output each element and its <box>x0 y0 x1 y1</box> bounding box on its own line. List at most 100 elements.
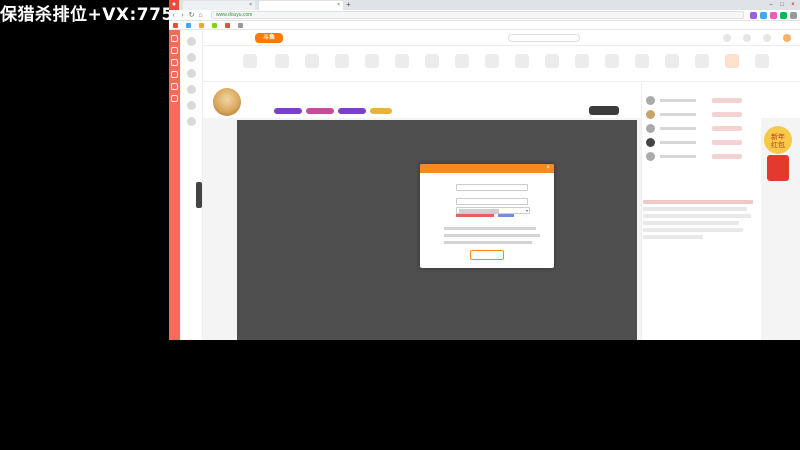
notice-line <box>643 221 739 225</box>
home-icon[interactable]: ⌂ <box>196 12 205 19</box>
rank-badge <box>712 98 742 103</box>
sidebar-icon[interactable] <box>171 47 178 54</box>
field-input[interactable] <box>456 198 528 205</box>
user-avatar[interactable] <box>783 34 791 42</box>
notice-line <box>643 214 751 218</box>
rank-row[interactable] <box>646 110 756 120</box>
screen: 保猎杀排位+VX:77567 ● × × + – □ × ‹ › ↻ ⌂ www… <box>0 0 800 450</box>
nav-icon[interactable] <box>187 101 196 110</box>
field-input[interactable] <box>456 184 528 191</box>
room-tag[interactable] <box>306 108 334 114</box>
tip-line <box>444 241 532 244</box>
bookmark-icon <box>173 22 178 28</box>
room-tag[interactable] <box>338 108 366 114</box>
extension-icon[interactable] <box>770 11 777 19</box>
maximize-icon[interactable]: □ <box>778 1 786 9</box>
menu-icon[interactable] <box>790 11 797 19</box>
new-tab-button[interactable]: + <box>346 0 351 10</box>
rank-row[interactable] <box>646 124 756 134</box>
url-input[interactable]: www.douyu.com <box>211 11 744 19</box>
collapse-handle[interactable] <box>196 182 202 208</box>
help-link[interactable] <box>498 214 514 217</box>
category-icon[interactable] <box>485 54 499 68</box>
category-icon[interactable] <box>455 54 469 68</box>
forward-icon[interactable]: › <box>178 12 187 19</box>
category-icon[interactable] <box>635 54 649 68</box>
nav-icon[interactable] <box>187 85 196 94</box>
room-tag[interactable] <box>274 108 302 114</box>
category-icon[interactable] <box>365 54 379 68</box>
room-tag[interactable] <box>370 108 392 114</box>
category-icon[interactable] <box>305 54 319 68</box>
new-year-redpacket-icon[interactable]: 新年 红包 <box>763 125 793 185</box>
warning-link[interactable] <box>456 214 494 217</box>
rank-row[interactable] <box>646 152 756 162</box>
reload-icon[interactable]: ↻ <box>187 11 196 19</box>
close-icon[interactable]: × <box>546 164 550 173</box>
bookmark-item[interactable] <box>238 22 243 28</box>
sidebar-icon[interactable] <box>171 95 178 102</box>
sidebar-icon[interactable] <box>171 71 178 78</box>
bookmark-item[interactable] <box>225 22 230 28</box>
rank-name <box>660 141 696 144</box>
url-text: www.douyu.com <box>216 12 253 18</box>
category-icon[interactable] <box>515 54 529 68</box>
category-icon[interactable] <box>665 54 679 68</box>
bookmark-item[interactable] <box>173 22 178 28</box>
category-icon[interactable] <box>545 54 559 68</box>
category-icon[interactable] <box>575 54 589 68</box>
header-icon[interactable] <box>743 34 751 42</box>
rank-row[interactable] <box>646 138 756 148</box>
bookmark-item[interactable] <box>186 22 191 28</box>
extension-icon[interactable] <box>750 11 757 19</box>
option-select[interactable]: ▾ <box>456 207 530 214</box>
category-icon[interactable] <box>243 54 257 68</box>
rank-row[interactable] <box>646 96 756 106</box>
extension-icon[interactable] <box>780 11 787 19</box>
site-search-input[interactable] <box>508 34 580 42</box>
bookmarks-bar <box>169 21 800 30</box>
browser-logo-icon[interactable]: ● <box>169 0 179 10</box>
browser-sidebar <box>169 30 180 340</box>
category-icon[interactable] <box>605 54 619 68</box>
confirm-button[interactable] <box>470 250 504 260</box>
close-window-icon[interactable]: × <box>789 1 797 9</box>
tab-close-icon[interactable]: × <box>249 1 252 10</box>
bookmark-item[interactable] <box>212 22 217 28</box>
category-icon[interactable] <box>395 54 409 68</box>
sidebar-icon[interactable] <box>171 59 178 66</box>
nav-icon[interactable] <box>187 69 196 78</box>
rank-badge <box>712 140 742 145</box>
sidebar-icon[interactable] <box>171 35 178 42</box>
category-icon[interactable] <box>275 54 289 68</box>
category-icon[interactable] <box>425 54 439 68</box>
category-icon[interactable] <box>335 54 349 68</box>
back-icon[interactable]: ‹ <box>169 12 178 19</box>
sidebar-icon[interactable] <box>171 83 178 90</box>
avatar <box>646 152 655 161</box>
streamer-avatar[interactable] <box>213 88 241 116</box>
bookmark-item[interactable] <box>199 22 204 28</box>
site-logo[interactable]: 斗鱼 <box>255 33 283 43</box>
badge-text-line-2: 红包 <box>771 140 785 149</box>
browser-tab[interactable]: × <box>183 1 255 10</box>
category-icon[interactable] <box>725 54 739 68</box>
window-controls: – □ × <box>764 0 800 9</box>
category-icon[interactable] <box>755 54 769 68</box>
category-icon[interactable] <box>695 54 709 68</box>
address-bar: ‹ › ↻ ⌂ www.douyu.com <box>169 10 800 21</box>
rank-badge <box>712 154 742 159</box>
notice-line <box>643 207 747 211</box>
header-icon[interactable] <box>723 34 731 42</box>
extension-icon[interactable] <box>760 11 767 19</box>
nav-icon[interactable] <box>187 117 196 126</box>
tab-close-icon[interactable]: × <box>337 1 340 10</box>
browser-tab-active[interactable]: × <box>259 1 343 10</box>
vote-button[interactable] <box>589 106 619 115</box>
avatar <box>646 138 655 147</box>
bookmark-icon <box>212 22 217 28</box>
nav-icon[interactable] <box>187 37 196 46</box>
header-icon[interactable] <box>763 34 771 42</box>
nav-icon[interactable] <box>187 53 196 62</box>
minimize-icon[interactable]: – <box>767 1 775 9</box>
